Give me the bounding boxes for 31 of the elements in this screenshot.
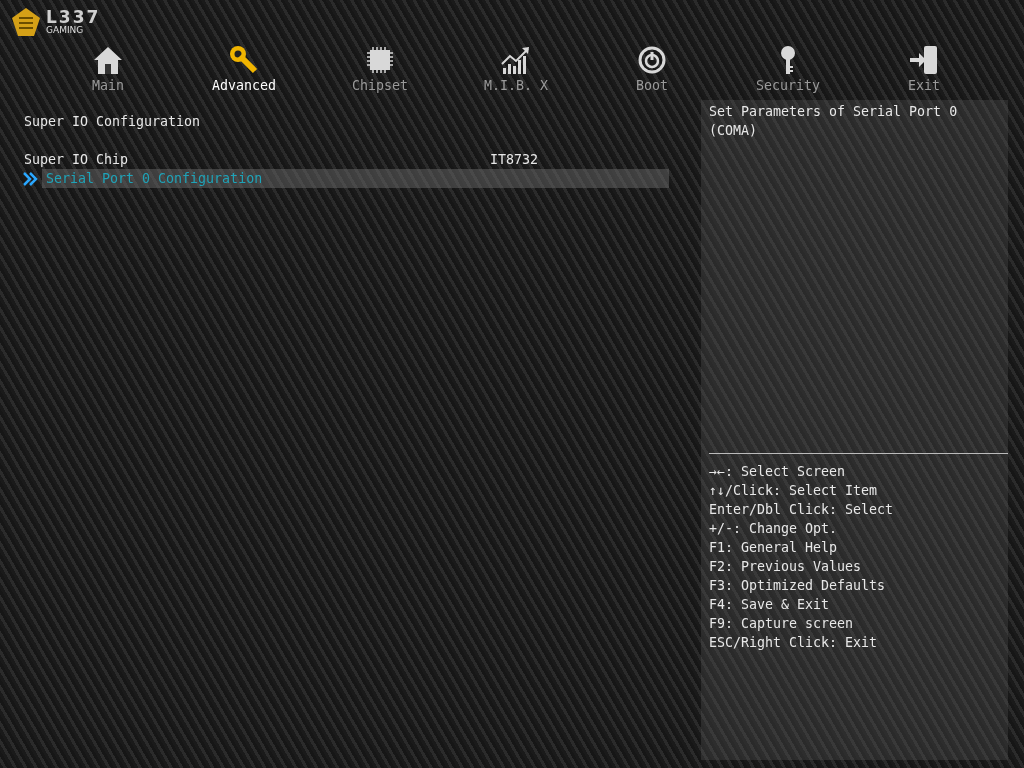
key-hint: +/-: Change Opt. <box>708 520 839 538</box>
key-hint: Enter/Dbl Click: Select <box>708 501 895 519</box>
key-hint: F1: General Help <box>708 539 839 557</box>
key-hint: F9: Capture screen <box>708 615 855 633</box>
key-hint: ESC/Right Click: Exit <box>708 634 879 652</box>
setting-label: Super IO Chip <box>24 151 130 169</box>
key-hint: ↑↓/Click: Select Item <box>708 482 879 500</box>
menu-tab[interactable]: Boot <box>584 44 720 100</box>
menu-tab[interactable]: Main <box>40 44 176 100</box>
chevron-icon <box>22 170 38 187</box>
house-icon <box>92 44 124 76</box>
help-description: Set Parameters of Serial Port 0 (COMA) <box>708 103 959 140</box>
logo-brand: L337 <box>46 9 101 26</box>
menu-tab[interactable]: M.I.B. X <box>448 44 584 100</box>
setting-value: IT8732 <box>490 151 539 169</box>
exit-door-icon <box>908 44 940 76</box>
key-hint: F4: Save & Exit <box>708 596 831 614</box>
key-hint: F2: Previous Values <box>708 558 863 576</box>
menu-tab[interactable]: Chipset <box>312 44 448 100</box>
menu-tab[interactable]: Advanced <box>176 44 312 100</box>
chip-icon <box>364 44 396 76</box>
logo-tagline: GAMING <box>46 26 85 35</box>
key-hint: F3: Optimized Defaults <box>708 577 887 595</box>
chart-icon <box>500 44 532 76</box>
key-hint: →←: Select Screen <box>708 463 847 481</box>
logo-emblem-icon <box>10 6 42 38</box>
power-icon <box>636 44 668 76</box>
menu-tab[interactable]: Security <box>720 44 856 100</box>
menu-tab[interactable]: Exit <box>856 44 992 100</box>
submenu-item[interactable]: Serial Port 0 Configuration <box>42 169 669 188</box>
page-heading: Super IO Configuration <box>24 113 201 131</box>
